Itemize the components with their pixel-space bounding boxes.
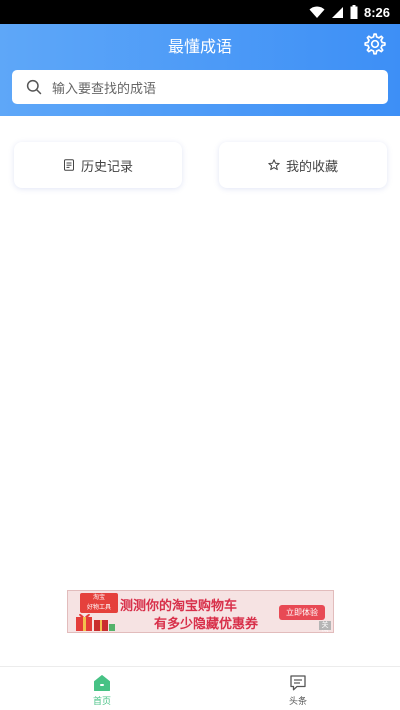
search-input[interactable]: 输入要查找的成语 — [12, 70, 388, 104]
gear-icon[interactable] — [363, 32, 387, 56]
status-time: 8:26 — [363, 4, 390, 20]
status-icons: 8:26 — [309, 3, 390, 21]
home-icon — [94, 675, 110, 691]
signal-icon — [331, 6, 343, 18]
search-icon — [26, 79, 42, 95]
history-button[interactable]: 历史记录 — [14, 142, 182, 188]
star-icon — [268, 159, 280, 171]
battery-icon — [350, 5, 358, 19]
bottom-nav: 首页 头条 — [0, 666, 400, 710]
wifi-icon — [309, 6, 325, 18]
app-title: 最懂成语 — [167, 37, 232, 56]
favorites-button[interactable]: 我的收藏 — [219, 142, 387, 188]
gift-icon — [76, 613, 115, 631]
ad-subheadline: 有多少隐藏优惠券 — [154, 617, 259, 632]
tab-home-label: 首页 — [92, 697, 111, 707]
ad-headline: 测测你的淘宝购物车 — [120, 599, 238, 614]
ad-close-button[interactable]: 关闭 — [319, 621, 331, 632]
message-icon — [290, 675, 306, 691]
ad-cta-button[interactable]: 立即体验 — [279, 605, 325, 620]
tab-headlines-label: 头条 — [288, 697, 307, 707]
ad-brand-badge: 淘宝 好物工具 — [80, 593, 118, 613]
ad-badge-line1: 淘宝 — [92, 594, 105, 601]
favorites-label: 我的收藏 — [285, 159, 338, 175]
document-icon — [63, 159, 74, 171]
tab-headlines[interactable]: 头条 — [268, 674, 328, 707]
app-screen: 8:26 最懂成语 输入要查找的成语 历史记录 我的收藏 淘宝 好物工具 测测你… — [0, 0, 400, 710]
search-placeholder: 输入要查找的成语 — [52, 81, 157, 97]
status-bar: 8:26 — [0, 0, 400, 24]
ad-banner[interactable]: 淘宝 好物工具 测测你的淘宝购物车 有多少隐藏优惠券 立即体验 关闭 — [67, 590, 334, 633]
app-header: 最懂成语 输入要查找的成语 — [0, 24, 400, 116]
history-label: 历史记录 — [80, 159, 133, 175]
tab-home[interactable]: 首页 — [72, 674, 132, 707]
